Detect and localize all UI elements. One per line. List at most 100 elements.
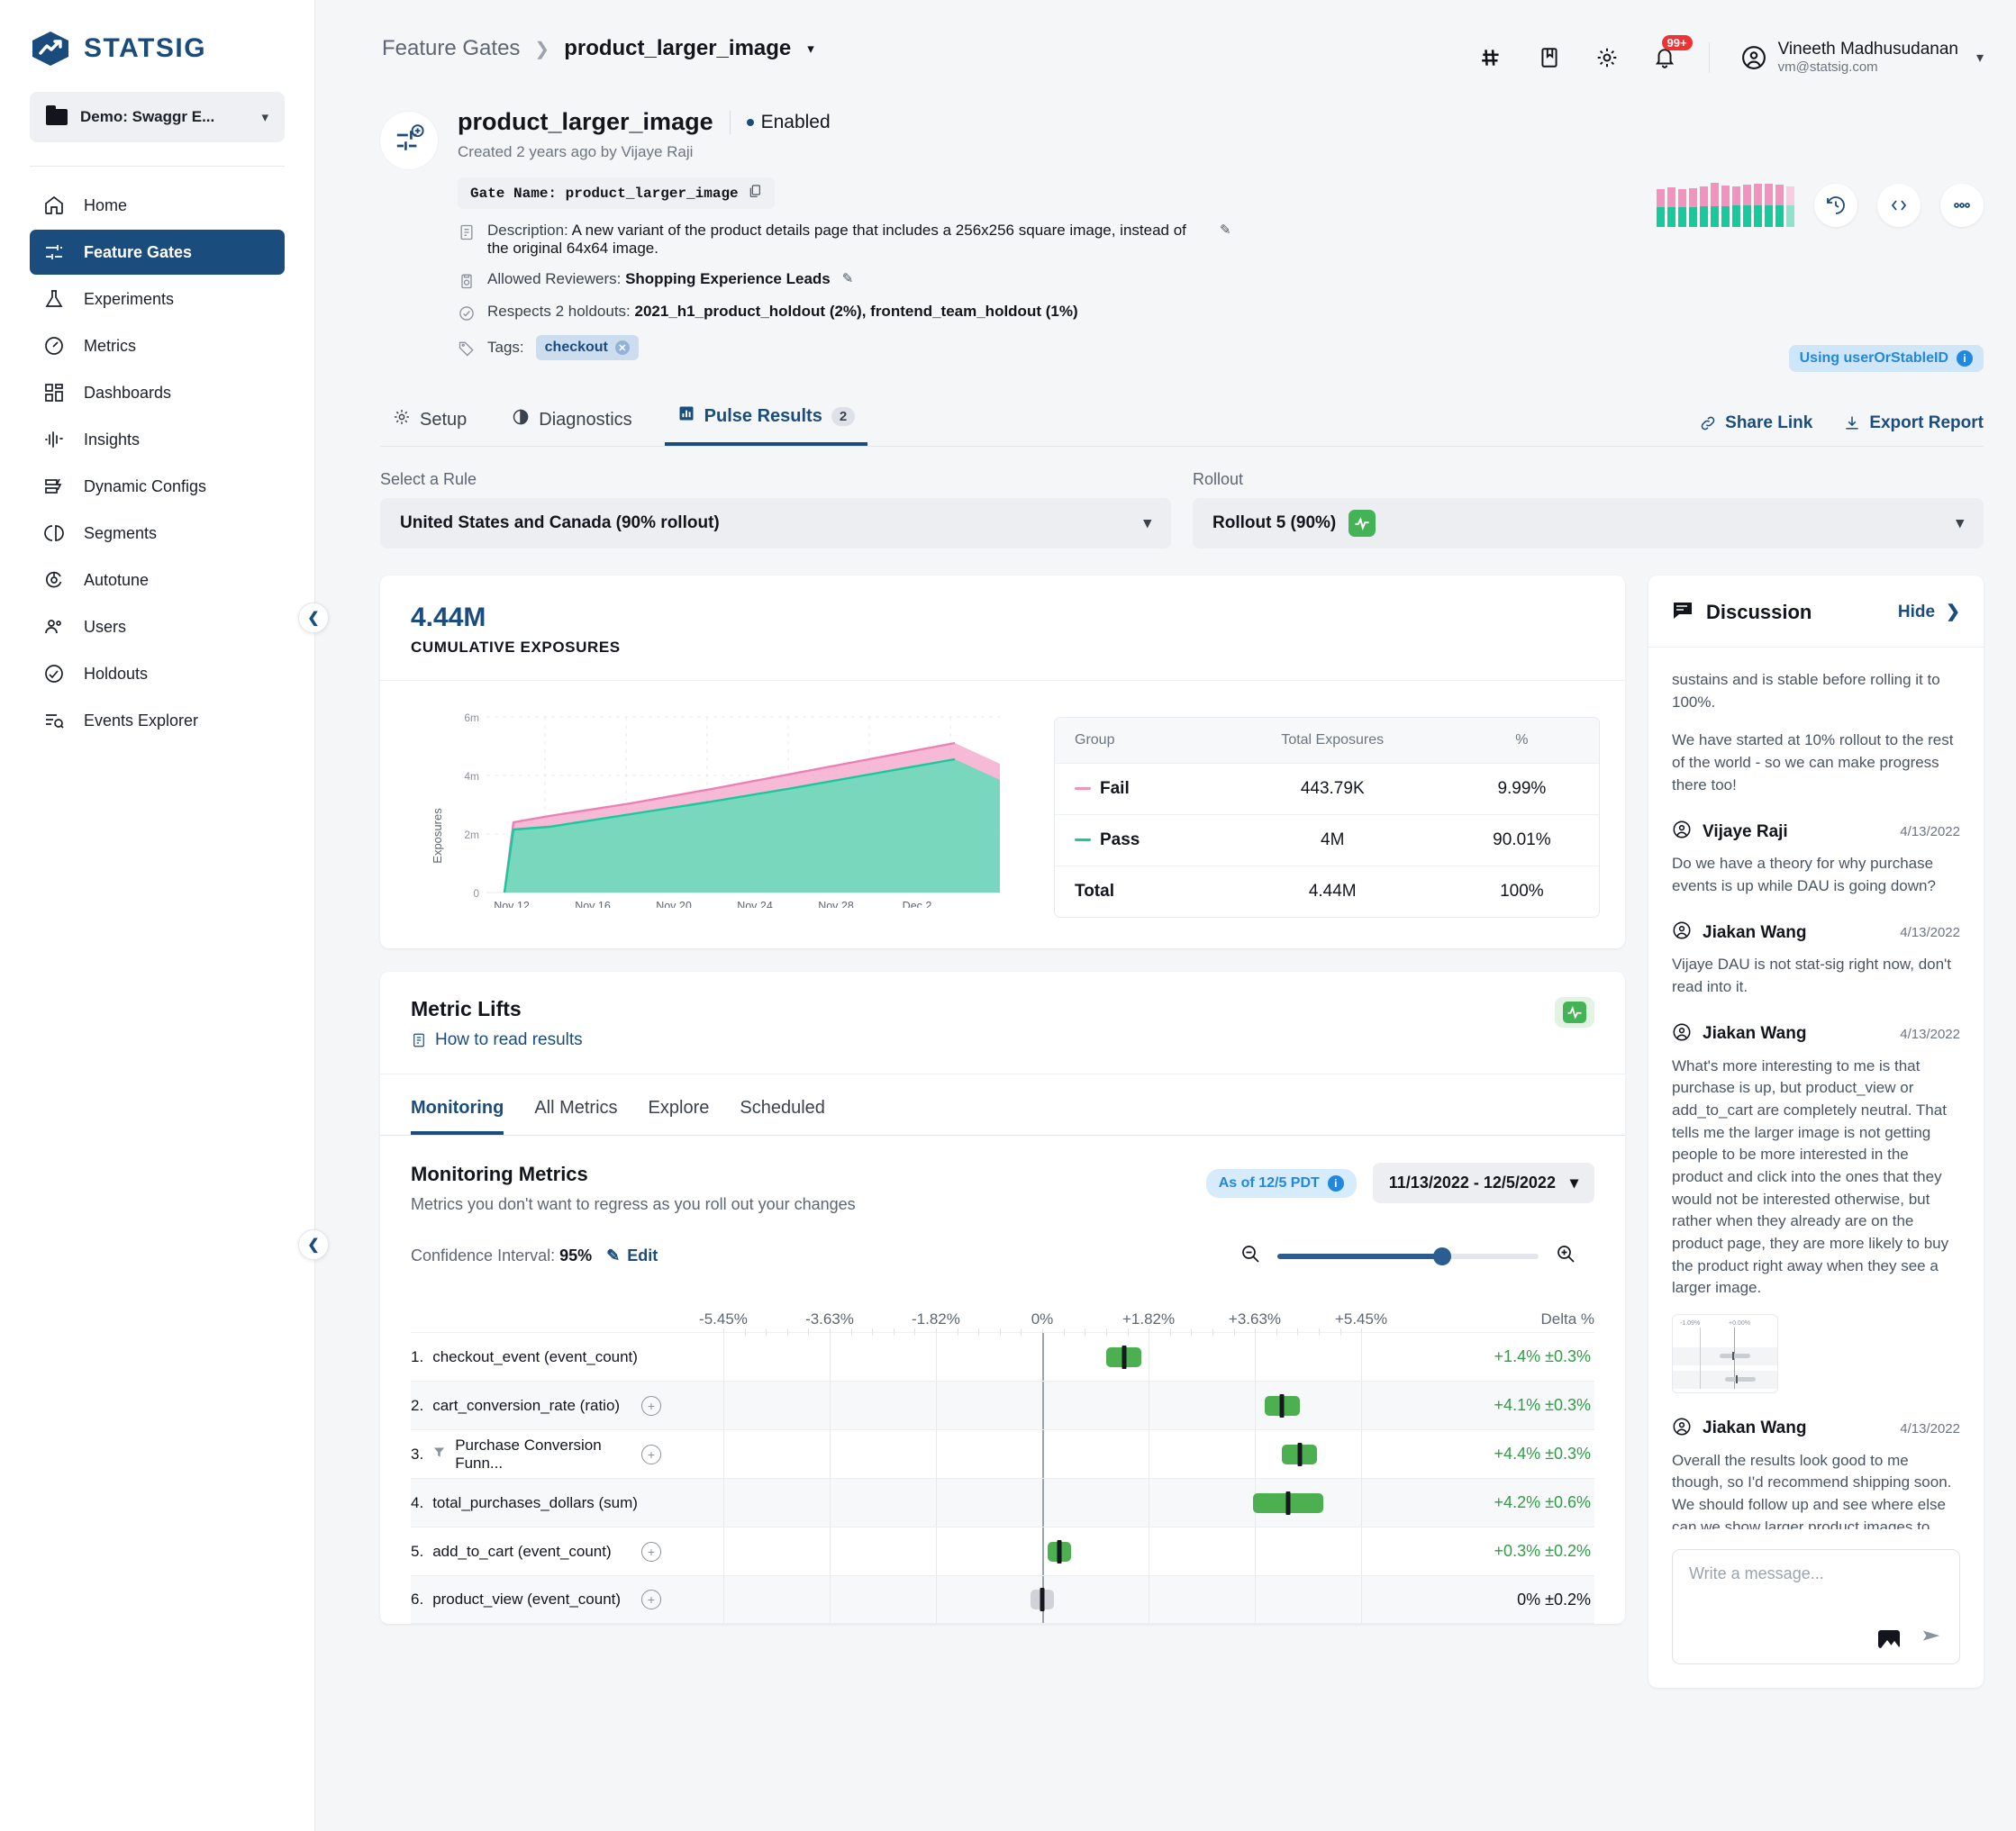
subtab-all-metrics[interactable]: All Metrics	[534, 1098, 617, 1135]
table-row[interactable]: 1. checkout_event (event_count) +1.4% ±0.3…	[411, 1332, 1594, 1381]
gridline	[1361, 1576, 1363, 1623]
discussion-title: Discussion	[1706, 600, 1812, 623]
notifications-bell-icon[interactable]: 99+	[1651, 35, 1693, 71]
brand-logo[interactable]: STATSIG	[0, 0, 314, 67]
expand-metric-button[interactable]: +	[641, 1444, 661, 1464]
sidebar-item-home[interactable]: Home	[30, 183, 285, 228]
table-row[interactable]: 4. total_purchases_dollars (sum) +4.2% ±0.…	[411, 1478, 1594, 1527]
point-estimate-marker	[1040, 1588, 1045, 1611]
expand-metric-button[interactable]: +	[641, 1590, 661, 1609]
tab-diagnostics[interactable]: Diagnostics	[499, 408, 644, 446]
gridline	[830, 1382, 831, 1429]
metric-ci-plot	[670, 1333, 1414, 1381]
docs-icon[interactable]	[1536, 44, 1563, 71]
sidebar-item-dynamic-configs[interactable]: Dynamic Configs	[30, 464, 285, 509]
how-to-read-results-link[interactable]: How to read results	[411, 1030, 583, 1050]
sidebar-item-label: Feature Gates	[84, 242, 193, 261]
table-row[interactable]: 3. Purchase Conversion Funn... + +4.4% ±0.3…	[411, 1429, 1594, 1478]
gate-body: product_larger_image Enabled Created 2 y…	[438, 108, 1984, 360]
share-link-button[interactable]: Share Link	[1699, 413, 1812, 433]
tab-setup[interactable]: Setup	[380, 408, 479, 446]
sidebar-item-feature-gates[interactable]: Feature Gates	[30, 230, 285, 275]
share-link-label: Share Link	[1725, 413, 1813, 432]
workspace-switcher[interactable]: Demo: Swaggr E... ▾	[30, 92, 285, 142]
metric-ci-plot	[670, 1527, 1414, 1575]
thumb-ci-bar	[1720, 1353, 1750, 1358]
monitoring-metrics-header: Monitoring Metrics Metrics you don't wan…	[380, 1136, 1625, 1214]
zoom-slider-knob[interactable]	[1432, 1246, 1451, 1265]
user-menu[interactable]: Vineeth Madhusudanan vm@statsig.com ▾	[1740, 40, 1984, 76]
diagnostics-icon	[512, 408, 530, 431]
events-icon	[42, 709, 66, 732]
info-icon[interactable]: i	[1957, 350, 1973, 367]
tab-pulse-results[interactable]: Pulse Results 2	[664, 404, 868, 446]
sidebar-item-experiments[interactable]: Experiments	[30, 276, 285, 322]
image-attach-icon[interactable]	[1878, 1629, 1900, 1648]
edit-reviewers-icon[interactable]: ✎	[842, 270, 854, 286]
row-group-pass: Pass	[1055, 814, 1221, 866]
sidebar-item-segments[interactable]: Segments	[30, 511, 285, 556]
table-row[interactable]: 5. add_to_cart (event_count) + +0.3% ±0.2%	[411, 1527, 1594, 1575]
breadcrumb-root[interactable]: Feature Gates	[382, 36, 520, 61]
sidebar-item-users[interactable]: Users	[30, 604, 285, 649]
discussion-hide-button[interactable]: Hide ❯	[1898, 602, 1960, 622]
close-icon[interactable]: ✕	[614, 340, 630, 355]
send-icon[interactable]	[1920, 1627, 1943, 1651]
axis-tick: +5.45%	[1334, 1310, 1388, 1328]
export-report-button[interactable]: Export Report	[1843, 413, 1984, 433]
more-options-button[interactable]	[1940, 184, 1984, 227]
chevron-down-icon: ▾	[1569, 1174, 1578, 1192]
code-button[interactable]	[1877, 184, 1921, 227]
copy-icon[interactable]	[748, 184, 762, 203]
tag-chip[interactable]: checkout ✕	[535, 335, 639, 360]
thumb-label-left: -1.09%	[1680, 1319, 1701, 1327]
sidebar-item-autotune[interactable]: Autotune	[30, 557, 285, 603]
tags-row: Tags: checkout ✕	[458, 335, 1984, 360]
ci-edit-button[interactable]: ✎ Edit	[606, 1246, 658, 1265]
rollout-select[interactable]: Rollout 5 (90%) ▾	[1193, 498, 1984, 548]
notification-badge: 99+	[1661, 35, 1693, 50]
sidebar-collapse-button-top[interactable]: ❮	[298, 603, 329, 633]
message-date: 4/13/2022	[1900, 925, 1960, 941]
info-icon[interactable]: i	[1327, 1174, 1344, 1192]
gear-icon[interactable]	[1594, 44, 1621, 71]
subtab-monitoring[interactable]: Monitoring	[411, 1098, 504, 1135]
edit-description-icon[interactable]: ✎	[1220, 222, 1231, 238]
sidebar-collapse-button-bottom[interactable]: ❮	[298, 1229, 329, 1260]
reviewers-value: Shopping Experience Leads	[625, 270, 831, 287]
metric-name-label: checkout_event (event_count)	[432, 1347, 638, 1365]
subtab-scheduled[interactable]: Scheduled	[740, 1098, 825, 1135]
zoom-in-icon[interactable]	[1555, 1243, 1576, 1269]
sidebar-item-events-explorer[interactable]: Events Explorer	[30, 698, 285, 743]
metric-delta-value: +0.3% ±0.2%	[1494, 1542, 1591, 1560]
table-row[interactable]: 6. product_view (event_count) +0% ±0.2%	[411, 1575, 1594, 1624]
history-button[interactable]	[1814, 184, 1857, 227]
sidebar-item-dashboards[interactable]: Dashboards	[30, 370, 285, 415]
zoom-slider[interactable]	[1277, 1246, 1539, 1265]
how-to-read-label: How to read results	[435, 1030, 583, 1049]
statsig-logo-icon	[30, 31, 71, 67]
sidebar-item-metrics[interactable]: Metrics	[30, 323, 285, 368]
expand-metric-button[interactable]: +	[641, 1541, 661, 1562]
message-text: Do we have a theory for why purchase eve…	[1672, 855, 1936, 894]
sidebar-item-insights[interactable]: Insights	[30, 417, 285, 462]
zoom-out-icon[interactable]	[1240, 1243, 1261, 1269]
rule-select[interactable]: United States and Canada (90% rollout) ▾	[380, 498, 1171, 548]
date-range-picker[interactable]: 11/13/2022 - 12/5/2022 ▾	[1372, 1163, 1594, 1203]
subtab-explore[interactable]: Explore	[649, 1098, 710, 1135]
gate-name-chip[interactable]: Gate Name: product_larger_image	[458, 177, 775, 209]
metric-name-cell: 3. Purchase Conversion Funn... +	[411, 1430, 670, 1478]
chevron-down-icon[interactable]: ▾	[807, 41, 814, 57]
row-pct-fail: 9.99%	[1444, 763, 1599, 815]
discussion-compose-box[interactable]: Write a message...	[1672, 1549, 1960, 1664]
metric-name-label: cart_conversion_rate (ratio)	[432, 1396, 621, 1414]
gauge-icon	[42, 334, 66, 358]
table-row[interactable]: 2. cart_conversion_rate (ratio) + +4.1% ±0.…	[411, 1381, 1594, 1429]
expand-metric-button[interactable]: +	[641, 1395, 661, 1416]
monitoring-metrics-title: Monitoring Metrics	[411, 1163, 588, 1185]
id-type-badge[interactable]: Using userOrStableID i	[1788, 345, 1984, 372]
sidebar-item-label: Metrics	[84, 336, 136, 355]
integrations-icon[interactable]	[1478, 44, 1505, 71]
sidebar-item-holdouts[interactable]: Holdouts	[30, 651, 285, 696]
message-chart-thumbnail[interactable]: -1.09% +0.00%	[1672, 1313, 1778, 1393]
